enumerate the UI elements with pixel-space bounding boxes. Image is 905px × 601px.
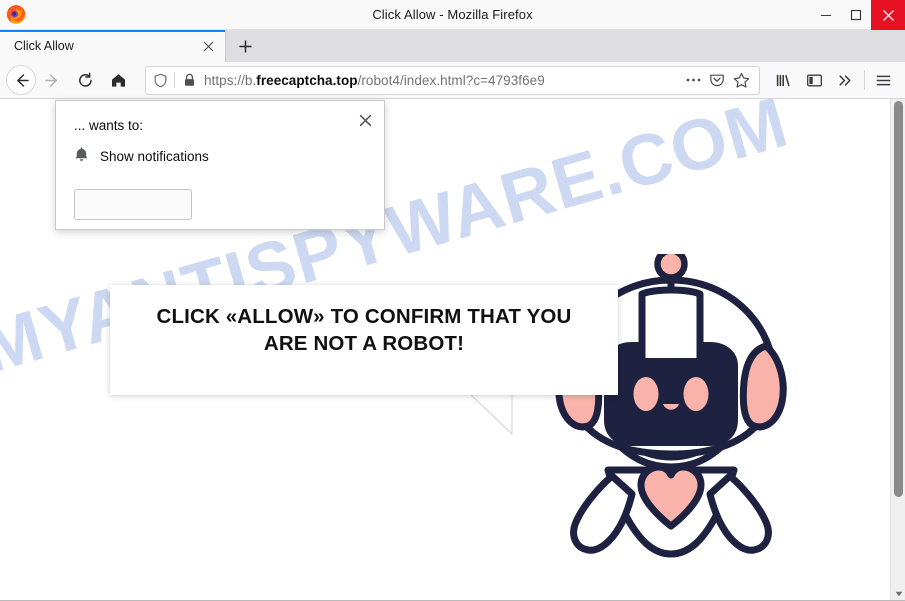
scrollbar-thumb[interactable] [894, 101, 903, 497]
url-actions [681, 68, 757, 92]
url-path: /robot4/index.html?c=4793f6e9 [357, 72, 545, 88]
library-button[interactable] [768, 65, 799, 95]
url-protocol: https:// [204, 72, 245, 88]
app-menu-button[interactable] [868, 65, 899, 95]
title-bar: Click Allow - Mozilla Firefox [0, 0, 905, 30]
allow-button[interactable] [74, 189, 192, 220]
permission-row: Show notifications [74, 146, 209, 167]
star-icon[interactable] [729, 68, 753, 92]
tab-strip: Click Allow [0, 30, 905, 62]
browser-window: Click Allow - Mozilla Firefox Click Allo… [0, 0, 905, 601]
close-popup-icon[interactable] [352, 107, 378, 133]
back-button[interactable] [6, 65, 36, 95]
sidebar-button[interactable] [799, 65, 830, 95]
vertical-scrollbar[interactable] [890, 99, 905, 601]
speech-bubble: CLICK «ALLOW» TO CONFIRM THAT YOU ARE NO… [110, 285, 618, 395]
speech-bubble-line1: CLICK «ALLOW» TO CONFIRM THAT YOU [156, 305, 572, 329]
permission-label: Show notifications [100, 149, 209, 164]
url-text[interactable]: https://b.freecaptcha.top/robot4/index.h… [202, 73, 681, 88]
close-button[interactable] [871, 0, 905, 30]
url-host: freecaptcha.top [256, 72, 358, 88]
toolbar-divider [864, 70, 865, 90]
speech-bubble-line2: ARE NOT A ROBOT! [263, 332, 465, 355]
reload-button[interactable] [69, 65, 102, 95]
speech-bubble-text: CLICK «ALLOW» TO CONFIRM THAT YOU ARE NO… [157, 304, 572, 357]
toolbar-right-actions [768, 65, 899, 95]
ellipsis-icon[interactable] [681, 68, 705, 92]
new-tab-button[interactable] [226, 30, 264, 62]
url-bar[interactable]: https://b.freecaptcha.top/robot4/index.h… [145, 65, 760, 95]
url-subdomain: b. [244, 72, 257, 88]
speech-bubble-tail [467, 391, 518, 435]
maximize-button[interactable] [841, 0, 871, 30]
overflow-button[interactable] [830, 65, 861, 95]
minimize-button[interactable] [811, 0, 841, 30]
popup-heading: ... wants to: [74, 118, 144, 133]
lock-icon[interactable] [177, 73, 202, 87]
window-title: Click Allow - Mozilla Firefox [372, 7, 533, 22]
navigation-toolbar: https://b.freecaptcha.top/robot4/index.h… [0, 62, 905, 99]
scroll-down-arrow-icon[interactable] [891, 587, 905, 601]
bell-icon [74, 146, 89, 167]
shield-icon[interactable] [146, 73, 173, 88]
notification-permission-popup: ... wants to: Show notifications [55, 100, 385, 230]
home-button[interactable] [102, 65, 135, 95]
tab-click-allow[interactable]: Click Allow [0, 30, 226, 62]
forward-button[interactable] [36, 65, 69, 95]
url-divider [174, 72, 175, 88]
tab-title: Click Allow [14, 39, 74, 53]
close-tab-icon[interactable] [197, 35, 219, 57]
window-controls [811, 0, 905, 30]
pocket-icon[interactable] [705, 68, 729, 92]
